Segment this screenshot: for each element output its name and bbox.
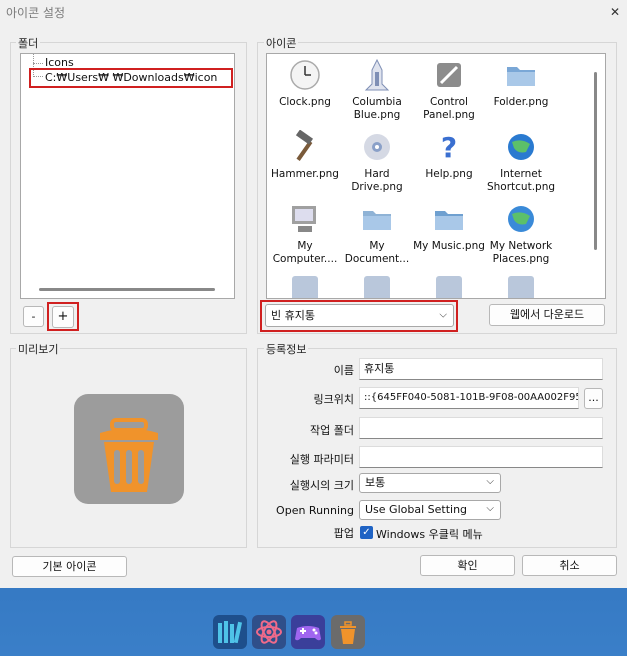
name-field[interactable]: 휴지통 <box>359 358 603 380</box>
icon-group-label: 아이콘 <box>264 35 299 51</box>
download-from-web-button[interactable]: 웹에서 다운로드 <box>489 304 605 326</box>
icon-item[interactable]: Clock.png <box>267 58 343 109</box>
chevron-down-icon: ⌵ <box>486 503 494 515</box>
icon-item-label: Help.png <box>425 168 473 180</box>
icon-item-label: Hammer.png <box>271 168 339 180</box>
preview-tile <box>74 394 184 504</box>
open-running-value: Use Global Setting <box>365 503 468 516</box>
computer-icon <box>292 206 316 232</box>
preview-group-label: 미리보기 <box>16 341 61 357</box>
registration-group-label: 등록정보 <box>264 341 309 357</box>
icon-item[interactable]: My Music.png <box>411 202 487 253</box>
popup-label: 팝업 <box>333 527 354 540</box>
popup-checkbox[interactable]: ✓ <box>360 526 373 539</box>
icon-item[interactable]: Control Panel.png <box>411 58 487 122</box>
icon-item-label: Clock.png <box>279 96 331 108</box>
window-size-label: 실행시의 크기 <box>289 479 354 492</box>
workdir-field[interactable] <box>359 417 603 439</box>
space-shuttle-icon <box>364 58 390 91</box>
icon-item-label: My Network Places.png <box>489 240 553 265</box>
icon-item[interactable]: Internet Shortcut.png <box>483 130 559 194</box>
close-button[interactable]: ✕ <box>605 2 625 22</box>
icon-item-label: My Music.png <box>413 240 485 252</box>
title-bar: 아이콘 설정 ✕ <box>0 0 627 24</box>
window-size-value: 보통 <box>365 476 386 489</box>
taskbar <box>0 588 627 656</box>
window-size-select[interactable]: 보통 ⌵ <box>359 473 501 493</box>
tree-horizontal-scrollbar[interactable] <box>39 288 215 291</box>
params-label: 실행 파라미터 <box>289 453 354 466</box>
open-running-label: Open Running <box>276 504 354 517</box>
recycle-bin-icon <box>100 418 158 492</box>
icon-item[interactable]: Hammer.png <box>267 130 343 181</box>
chevron-down-icon: ⌵ <box>486 476 494 488</box>
icon-item-partial[interactable] <box>292 276 318 298</box>
icon-settings-dialog: 아이콘 설정 ✕ 폴더 Icons C:₩Users₩ ₩Downloads₩i… <box>0 0 627 588</box>
gamepad-icon[interactable] <box>291 615 325 649</box>
folder-icon <box>507 67 535 86</box>
icon-item[interactable]: ? Help.png <box>411 130 487 181</box>
icon-item[interactable]: Columbia Blue.png <box>339 58 415 122</box>
link-field[interactable]: ::{645FF040-5081-101B-9F08-00AA002F954 <box>359 387 579 409</box>
icon-item-label: Control Panel.png <box>423 96 475 121</box>
icon-list[interactable]: Clock.png Columbia Blue.png Control Panel.… <box>266 53 606 299</box>
books-icon[interactable] <box>213 615 247 649</box>
icon-item-label: Internet Shortcut.png <box>486 168 556 193</box>
icon-item-label: My Document... <box>344 240 410 265</box>
recycle-bin-icon[interactable] <box>331 615 365 649</box>
icon-item-label: Folder.png <box>493 96 549 108</box>
highlight-box <box>260 300 458 332</box>
default-icon-button[interactable]: 기본 아이콘 <box>12 556 127 577</box>
documents-folder-icon <box>363 211 391 230</box>
clock-icon <box>290 60 320 90</box>
open-running-select[interactable]: Use Global Setting ⌵ <box>359 500 501 520</box>
icon-item[interactable]: My Computer.... <box>267 202 343 266</box>
folder-group-label: 폴더 <box>16 35 41 51</box>
params-field[interactable] <box>359 446 603 468</box>
network-globe-icon <box>508 206 534 232</box>
window-title: 아이콘 설정 <box>6 6 66 20</box>
icon-item-label: Hard Drive.png <box>351 168 403 193</box>
icon-list-vertical-scrollbar[interactable] <box>594 72 597 250</box>
ok-button[interactable]: 확인 <box>420 555 515 576</box>
tree-connector <box>33 63 43 64</box>
hard-drive-icon <box>364 134 390 160</box>
link-label: 링크위치 <box>313 393 354 406</box>
icon-item-label: My Computer.... <box>272 240 338 265</box>
icon-item-partial[interactable] <box>436 276 462 298</box>
icon-item[interactable]: My Network Places.png <box>483 202 559 266</box>
highlight-box <box>47 302 79 331</box>
highlight-box <box>29 68 233 88</box>
icon-item-partial[interactable] <box>508 276 534 298</box>
browse-link-button[interactable]: ... <box>584 388 603 409</box>
atom-icon[interactable] <box>252 615 286 649</box>
globe-icon <box>508 134 534 160</box>
name-label: 이름 <box>333 364 354 377</box>
icon-item[interactable]: Folder.png <box>483 58 559 109</box>
icon-item[interactable]: My Document... <box>339 202 415 266</box>
remove-folder-button[interactable]: - <box>23 306 44 327</box>
workdir-label: 작업 폴더 <box>310 424 354 437</box>
icon-item[interactable]: Hard Drive.png <box>339 130 415 194</box>
music-folder-icon <box>435 211 463 230</box>
control-panel-icon <box>437 63 461 87</box>
cancel-button[interactable]: 취소 <box>522 555 617 576</box>
folder-tree[interactable]: Icons C:₩Users₩ ₩Downloads₩icon <box>20 53 235 299</box>
hammer-icon <box>295 130 314 161</box>
svg-text:?: ? <box>441 131 457 164</box>
help-icon: ? <box>441 131 457 164</box>
icon-item-partial[interactable] <box>364 276 390 298</box>
icon-item-label: Columbia Blue.png <box>352 96 402 121</box>
popup-checkbox-label: Windows 우클릭 메뉴 <box>376 528 483 541</box>
